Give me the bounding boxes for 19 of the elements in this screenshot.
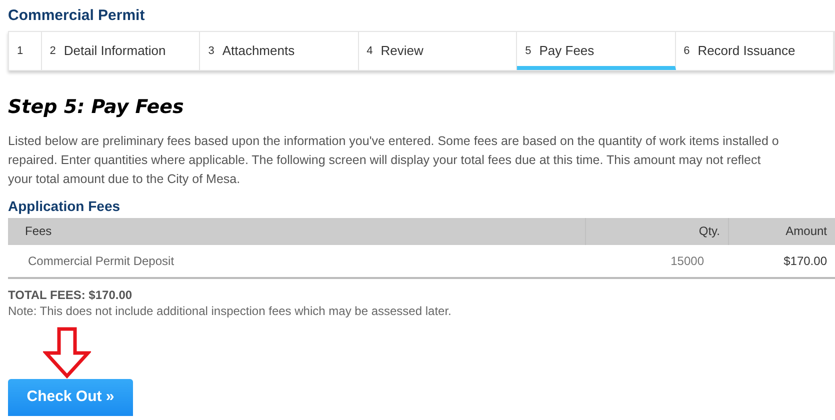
column-header: Qty.	[585, 218, 728, 244]
note-text: Note: This does not include additional inspection fees which may be assessed later.	[8, 304, 452, 318]
step-heading: Step 5: Pay Fees	[8, 96, 184, 118]
step-tab[interactable]: 3 Attachments	[200, 32, 359, 70]
step-tab[interactable]: 2 Detail Information	[42, 32, 200, 70]
column-header: Fees	[24, 223, 53, 240]
step-tab[interactable]: 6 Record Issuance	[676, 32, 834, 70]
column-header: Amount	[728, 218, 835, 244]
down-arrow-icon	[43, 326, 91, 378]
table-cell-text: Commercial Permit Deposit	[27, 252, 176, 270]
intro-paragraph: Listed below are preliminary fees based upon the information you've entered. Some fees are based on the quantity of work items installed o repaired. Enter quantities where applicable. The following screen will display your total fees due at this time. This amount may not reflect your total amount due to the City of Mesa.	[7, 132, 780, 188]
table-cell-text: 15000	[670, 252, 705, 270]
step-tab[interactable]: 4 Review	[358, 32, 518, 70]
step-tab[interactable]: 1	[9, 32, 42, 70]
step-tab[interactable]: 5 Pay Fees	[517, 32, 676, 70]
table-cell-text: $170.00	[782, 252, 828, 270]
total-fees: TOTAL FEES: $170.00	[8, 288, 132, 302]
section-title: Application Fees	[8, 198, 120, 214]
page-title: Commercial Permit	[8, 7, 145, 24]
